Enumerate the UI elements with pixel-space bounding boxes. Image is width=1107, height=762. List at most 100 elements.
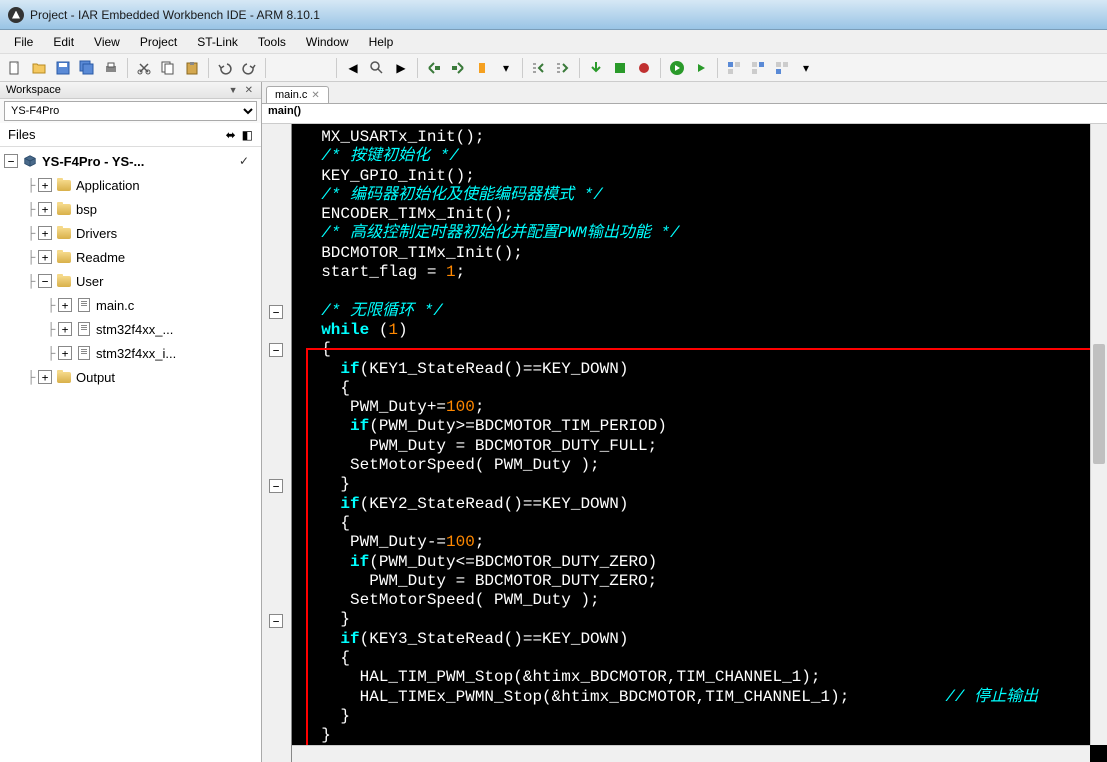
fold-toggle[interactable]: −: [269, 305, 283, 319]
code-line[interactable]: }: [302, 610, 1097, 629]
copy-button[interactable]: [157, 57, 179, 79]
code-gutter[interactable]: − − − −: [262, 124, 292, 762]
files-col1-icon[interactable]: ⬌: [226, 128, 236, 142]
debug-button[interactable]: [666, 57, 688, 79]
menu-file[interactable]: File: [4, 33, 43, 51]
tree-item[interactable]: ├+Application: [0, 173, 261, 197]
menu-tools[interactable]: Tools: [248, 33, 296, 51]
code-line[interactable]: /* 编码器初始化及使能编码器模式 */: [302, 186, 1097, 205]
tab-close-icon[interactable]: ✕: [311, 90, 319, 101]
menu-window[interactable]: Window: [296, 33, 359, 51]
prev-bookmark-button[interactable]: [423, 57, 445, 79]
tree-toggle[interactable]: −: [38, 274, 52, 288]
code-line[interactable]: {: [302, 379, 1097, 398]
tree-toggle[interactable]: +: [38, 370, 52, 384]
tree-item[interactable]: −YS-F4Pro - YS-...✓: [0, 149, 261, 173]
fold-toggle[interactable]: −: [269, 614, 283, 628]
tree-toggle[interactable]: +: [38, 178, 52, 192]
list-prev-button[interactable]: [528, 57, 550, 79]
code-line[interactable]: HAL_TIMEx_PWMN_Stop(&htimx_BDCMOTOR,TIM_…: [302, 688, 1097, 707]
open-button[interactable]: [28, 57, 50, 79]
nav-fwd-button[interactable]: ▶: [390, 57, 412, 79]
cut-button[interactable]: [133, 57, 155, 79]
tree-item[interactable]: ├+stm32f4xx_i...: [0, 341, 261, 365]
tree-item[interactable]: ├+main.c: [0, 293, 261, 317]
code-area[interactable]: − − − − MX_USARTx_Init(); /* 按键初始化 */ KEY_G…: [262, 124, 1107, 762]
workspace-close-icon[interactable]: ✕: [243, 85, 255, 96]
debug-no-download-button[interactable]: [690, 57, 712, 79]
code-line[interactable]: start_flag = 1;: [302, 263, 1097, 282]
project-tree[interactable]: −YS-F4Pro - YS-...✓├+Application├+bsp├+D…: [0, 147, 261, 762]
tree-toggle[interactable]: +: [38, 250, 52, 264]
tree-toggle[interactable]: +: [58, 322, 72, 336]
window-3-button[interactable]: [771, 57, 793, 79]
tree-item[interactable]: ├+Output: [0, 365, 261, 389]
search-button[interactable]: [366, 57, 388, 79]
code-line[interactable]: if(KEY3_StateRead()==KEY_DOWN): [302, 630, 1097, 649]
editor-tab-main[interactable]: main.c ✕: [266, 86, 329, 103]
menu-help[interactable]: Help: [359, 33, 404, 51]
make-button[interactable]: [609, 57, 631, 79]
code-line[interactable]: /* 无限循环 */: [302, 302, 1097, 321]
code-line[interactable]: {: [302, 514, 1097, 533]
code-line[interactable]: }: [302, 707, 1097, 726]
code-line[interactable]: }: [302, 475, 1097, 494]
code-line[interactable]: if(KEY2_StateRead()==KEY_DOWN): [302, 495, 1097, 514]
code-line[interactable]: {: [302, 649, 1097, 668]
toggle-bookmark-button[interactable]: [471, 57, 493, 79]
toggle-breakpoint-button[interactable]: [633, 57, 655, 79]
code-line[interactable]: PWM_Duty+=100;: [302, 398, 1097, 417]
vertical-scrollbar[interactable]: [1090, 124, 1107, 745]
tree-item[interactable]: ├+stm32f4xx_...: [0, 317, 261, 341]
code-line[interactable]: HAL_TIM_PWM_Stop(&htimx_BDCMOTOR,TIM_CHA…: [302, 668, 1097, 687]
redo-button[interactable]: [238, 57, 260, 79]
dropdown-2-button[interactable]: ▾: [795, 57, 817, 79]
tree-item[interactable]: ├+Readme: [0, 245, 261, 269]
menu-view[interactable]: View: [84, 33, 130, 51]
code-line[interactable]: {: [302, 340, 1097, 359]
tree-toggle[interactable]: +: [38, 202, 52, 216]
code-line[interactable]: ENCODER_TIMx_Init();: [302, 205, 1097, 224]
code-line[interactable]: if(PWM_Duty<=BDCMOTOR_DUTY_ZERO): [302, 553, 1097, 572]
menu-project[interactable]: Project: [130, 33, 187, 51]
next-bookmark-button[interactable]: [447, 57, 469, 79]
window-2-button[interactable]: [747, 57, 769, 79]
code-content[interactable]: MX_USARTx_Init(); /* 按键初始化 */ KEY_GPIO_I…: [292, 124, 1107, 762]
code-line[interactable]: PWM_Duty = BDCMOTOR_DUTY_FULL;: [302, 437, 1097, 456]
window-1-button[interactable]: [723, 57, 745, 79]
tree-item[interactable]: ├−User: [0, 269, 261, 293]
code-line[interactable]: SetMotorSpeed( PWM_Duty );: [302, 591, 1097, 610]
tree-toggle[interactable]: −: [4, 154, 18, 168]
menu-st-link[interactable]: ST-Link: [187, 33, 248, 51]
fold-toggle[interactable]: −: [269, 479, 283, 493]
code-line[interactable]: MX_USARTx_Init();: [302, 128, 1097, 147]
workspace-pin-icon[interactable]: ▼: [227, 85, 240, 95]
code-line[interactable]: /* 按键初始化 */: [302, 147, 1097, 166]
project-select[interactable]: YS-F4Pro: [4, 101, 257, 121]
tree-item[interactable]: ├+bsp: [0, 197, 261, 221]
code-line[interactable]: }: [302, 726, 1097, 745]
code-line[interactable]: [302, 282, 1097, 301]
code-line[interactable]: KEY_GPIO_Init();: [302, 167, 1097, 186]
save-all-button[interactable]: [76, 57, 98, 79]
code-line[interactable]: if(PWM_Duty>=BDCMOTOR_TIM_PERIOD): [302, 417, 1097, 436]
new-file-button[interactable]: [4, 57, 26, 79]
tree-toggle[interactable]: +: [58, 298, 72, 312]
code-line[interactable]: PWM_Duty = BDCMOTOR_DUTY_ZERO;: [302, 572, 1097, 591]
code-line[interactable]: while (1): [302, 321, 1097, 340]
dropdown-button[interactable]: ▾: [495, 57, 517, 79]
code-line[interactable]: BDCMOTOR_TIMx_Init();: [302, 244, 1097, 263]
nav-back-button[interactable]: ◀: [342, 57, 364, 79]
tree-toggle[interactable]: +: [38, 226, 52, 240]
code-line[interactable]: if(KEY1_StateRead()==KEY_DOWN): [302, 360, 1097, 379]
project-dropdown[interactable]: YS-F4Pro: [4, 101, 257, 121]
paste-button[interactable]: [181, 57, 203, 79]
tree-item[interactable]: ├+Drivers: [0, 221, 261, 245]
horizontal-scrollbar[interactable]: [292, 745, 1090, 762]
tree-toggle[interactable]: +: [58, 346, 72, 360]
code-line[interactable]: /* 高级控制定时器初始化并配置PWM输出功能 */: [302, 224, 1097, 243]
compile-button[interactable]: [585, 57, 607, 79]
save-button[interactable]: [52, 57, 74, 79]
fold-toggle[interactable]: −: [269, 343, 283, 357]
menu-edit[interactable]: Edit: [43, 33, 84, 51]
